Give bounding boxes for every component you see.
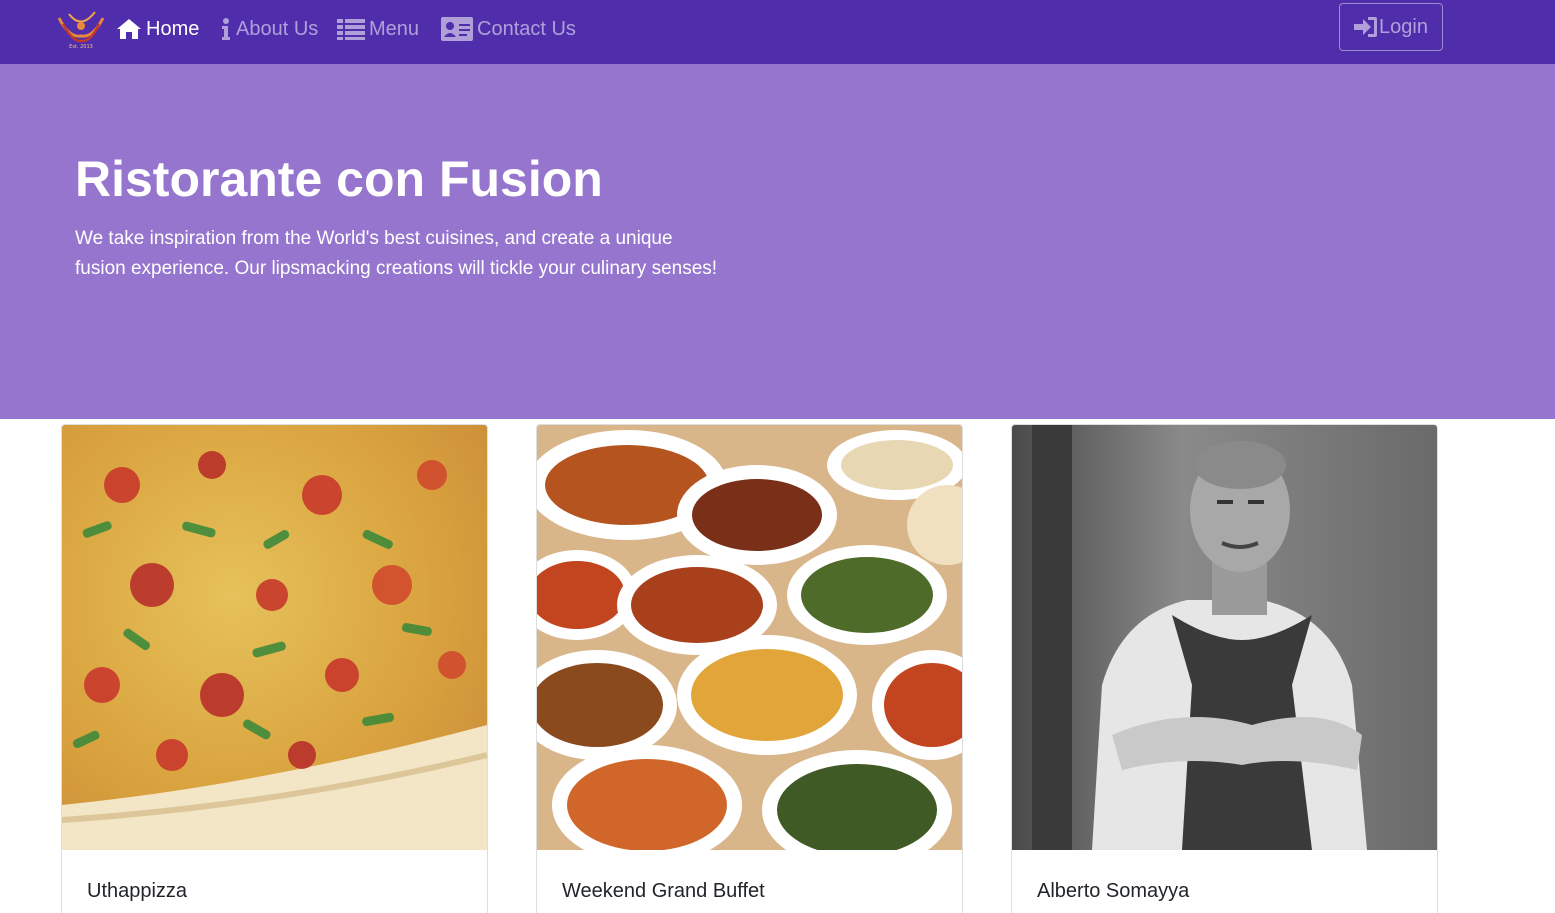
featured-promotion-card[interactable]: Weekend Grand Buffet <box>536 424 963 913</box>
navbar: Est. 2013 Home About Us Menu Contact Us … <box>0 0 1555 64</box>
featured-leader-card[interactable]: Alberto Somayya <box>1011 424 1438 913</box>
nav-home-label: Home <box>146 17 200 40</box>
nav-home-link[interactable]: Home <box>116 14 199 44</box>
nav-about-link[interactable]: About Us <box>220 14 318 44</box>
featured-dish-card[interactable]: Uthappizza <box>61 424 488 913</box>
card-title: Weekend Grand Buffet <box>562 880 765 902</box>
list-icon <box>337 18 365 40</box>
buffet-photo <box>537 425 962 850</box>
address-card-icon <box>441 17 473 41</box>
hero-title: Ristorante con Fusion <box>75 151 603 207</box>
home-icon <box>116 18 142 40</box>
sign-in-icon <box>1354 16 1378 38</box>
nav-about-label: About Us <box>236 17 319 40</box>
pizza-photo <box>62 425 487 850</box>
nav-contact-link[interactable]: Contact Us <box>441 14 576 44</box>
login-label: Login <box>1379 15 1428 38</box>
chef-photo <box>1012 425 1437 850</box>
nav-contact-label: Contact Us <box>477 17 576 40</box>
login-button[interactable]: Login <box>1339 3 1443 51</box>
hero-description: We take inspiration from the World's bes… <box>75 228 718 279</box>
logo-caption: Est. 2013 <box>69 44 93 50</box>
nav-menu-label: Menu <box>369 17 420 40</box>
card-title: Alberto Somayya <box>1037 880 1190 902</box>
restaurant-logo[interactable]: Est. 2013 <box>55 8 107 50</box>
info-icon <box>220 17 232 41</box>
card-title: Uthappizza <box>87 880 188 902</box>
nav-menu-link[interactable]: Menu <box>337 14 419 44</box>
